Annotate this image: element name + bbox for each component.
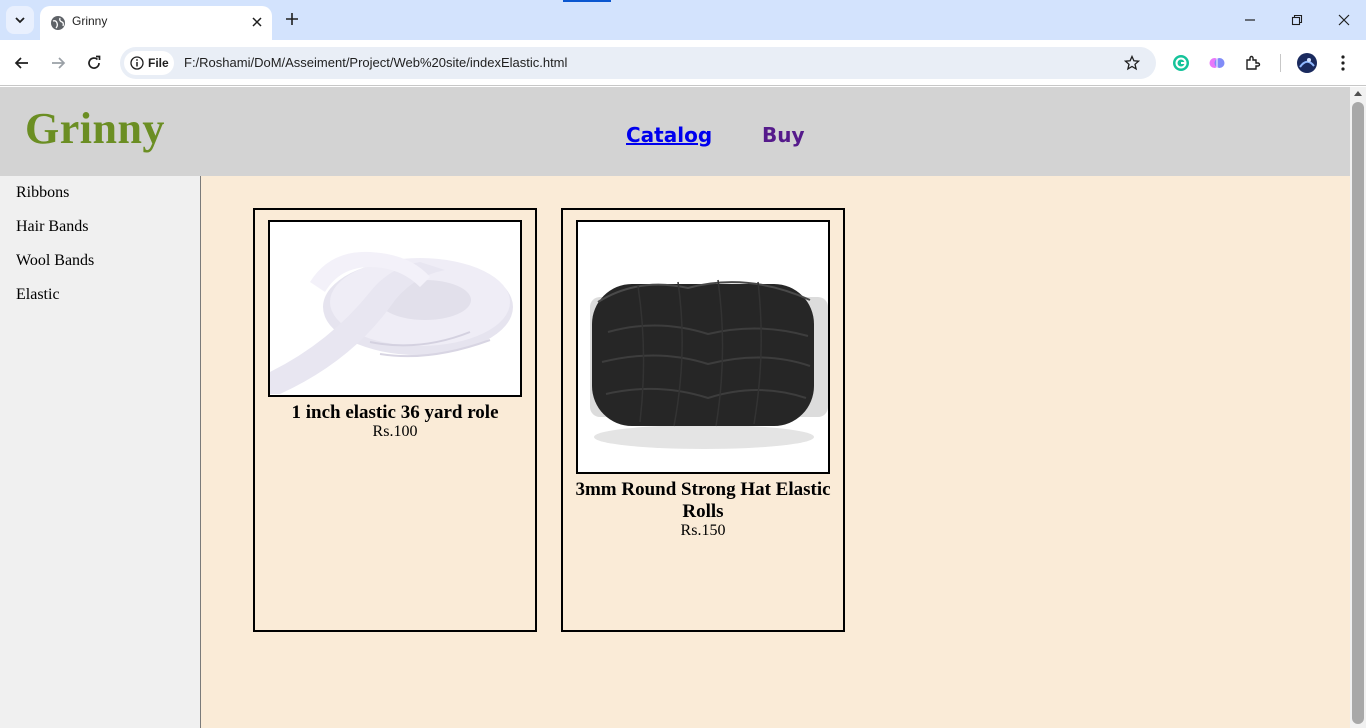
tab-close-icon[interactable]: [248, 13, 266, 31]
grammarly-icon: [1173, 55, 1189, 71]
product-name: 1 inch elastic 36 yard role: [291, 402, 499, 423]
profile-avatar[interactable]: [1296, 52, 1318, 74]
product-card[interactable]: 1 inch elastic 36 yard role Rs.100: [253, 208, 537, 632]
back-button[interactable]: [10, 51, 34, 75]
browser-menu-button[interactable]: [1332, 52, 1354, 74]
extensions-button[interactable]: [1242, 52, 1264, 74]
bookmark-button[interactable]: [1120, 51, 1144, 75]
plus-icon: [286, 13, 298, 25]
scroll-up-arrow-icon[interactable]: [1354, 91, 1362, 96]
restore-button[interactable]: [1285, 8, 1309, 32]
sidebar-item-wool-bands[interactable]: Wool Bands: [16, 252, 94, 270]
forward-button[interactable]: [46, 51, 70, 75]
product-image-white-elastic[interactable]: [268, 220, 522, 397]
page-viewport: Grinny Catalog Buy Ribbons Hair Bands Wo…: [0, 87, 1350, 728]
browser-tab-active[interactable]: Grinny: [40, 6, 272, 40]
toolbar-divider: [1280, 54, 1281, 72]
sidebar-item-hair-bands[interactable]: Hair Bands: [16, 218, 88, 236]
arrow-right-icon: [52, 57, 66, 69]
site-info-chip[interactable]: File: [124, 51, 174, 75]
product-price: Rs.100: [372, 423, 418, 440]
url-text[interactable]: F:/Roshami/DoM/Asseiment/Project/Web%20s…: [184, 55, 567, 70]
star-icon: [1124, 55, 1140, 71]
tab-search-button[interactable]: [6, 6, 34, 34]
restore-icon: [1291, 14, 1303, 26]
site-header: Grinny Catalog Buy: [0, 87, 1350, 176]
sidebar-item-elastic[interactable]: Elastic: [16, 286, 60, 304]
chevron-down-icon: [15, 17, 25, 24]
grammarly-extension-button[interactable]: [1170, 52, 1192, 74]
reload-button[interactable]: [82, 51, 106, 75]
page-scrollbar[interactable]: [1350, 87, 1366, 728]
close-icon: [1338, 14, 1350, 26]
info-icon: [130, 56, 144, 70]
more-vertical-icon: [1341, 55, 1345, 71]
browser-tabstrip: Grinny: [0, 0, 1366, 40]
nav-link-catalog[interactable]: Catalog: [626, 123, 712, 147]
minimize-button[interactable]: [1238, 8, 1262, 32]
close-window-button[interactable]: [1332, 8, 1356, 32]
product-image-black-elastic[interactable]: [576, 220, 830, 474]
product-price: Rs.150: [680, 522, 726, 539]
address-bar[interactable]: File F:/Roshami/DoM/Asseiment/Project/We…: [120, 47, 1156, 79]
product-name: 3mm Round Strong Hat Elastic Rolls: [575, 479, 831, 522]
brain-extension-button[interactable]: [1206, 52, 1228, 74]
site-logo: Grinny: [25, 104, 165, 153]
puzzle-icon: [1246, 55, 1261, 70]
new-tab-button[interactable]: [282, 9, 302, 29]
avatar-icon: [1297, 53, 1317, 73]
black-elastic-cord-spool-image: [578, 222, 828, 472]
tab-title: Grinny: [72, 14, 108, 28]
brain-icon: [1209, 58, 1225, 68]
tab-indicator: [563, 0, 611, 2]
site-chip-label: File: [148, 56, 169, 70]
sidebar-item-ribbons[interactable]: Ribbons: [16, 184, 69, 202]
category-sidebar: Ribbons Hair Bands Wool Bands Elastic: [0, 176, 201, 728]
browser-toolbar: File F:/Roshami/DoM/Asseiment/Project/We…: [0, 40, 1366, 86]
minimize-icon: [1245, 19, 1255, 21]
globe-icon: [51, 16, 65, 30]
white-elastic-roll-image: [270, 222, 520, 395]
nav-link-buy[interactable]: Buy: [762, 123, 805, 147]
scrollbar-thumb[interactable]: [1352, 102, 1364, 724]
product-card[interactable]: 3mm Round Strong Hat Elastic Rolls Rs.15…: [561, 208, 845, 632]
reload-icon: [88, 55, 101, 69]
arrow-left-icon: [14, 57, 28, 69]
